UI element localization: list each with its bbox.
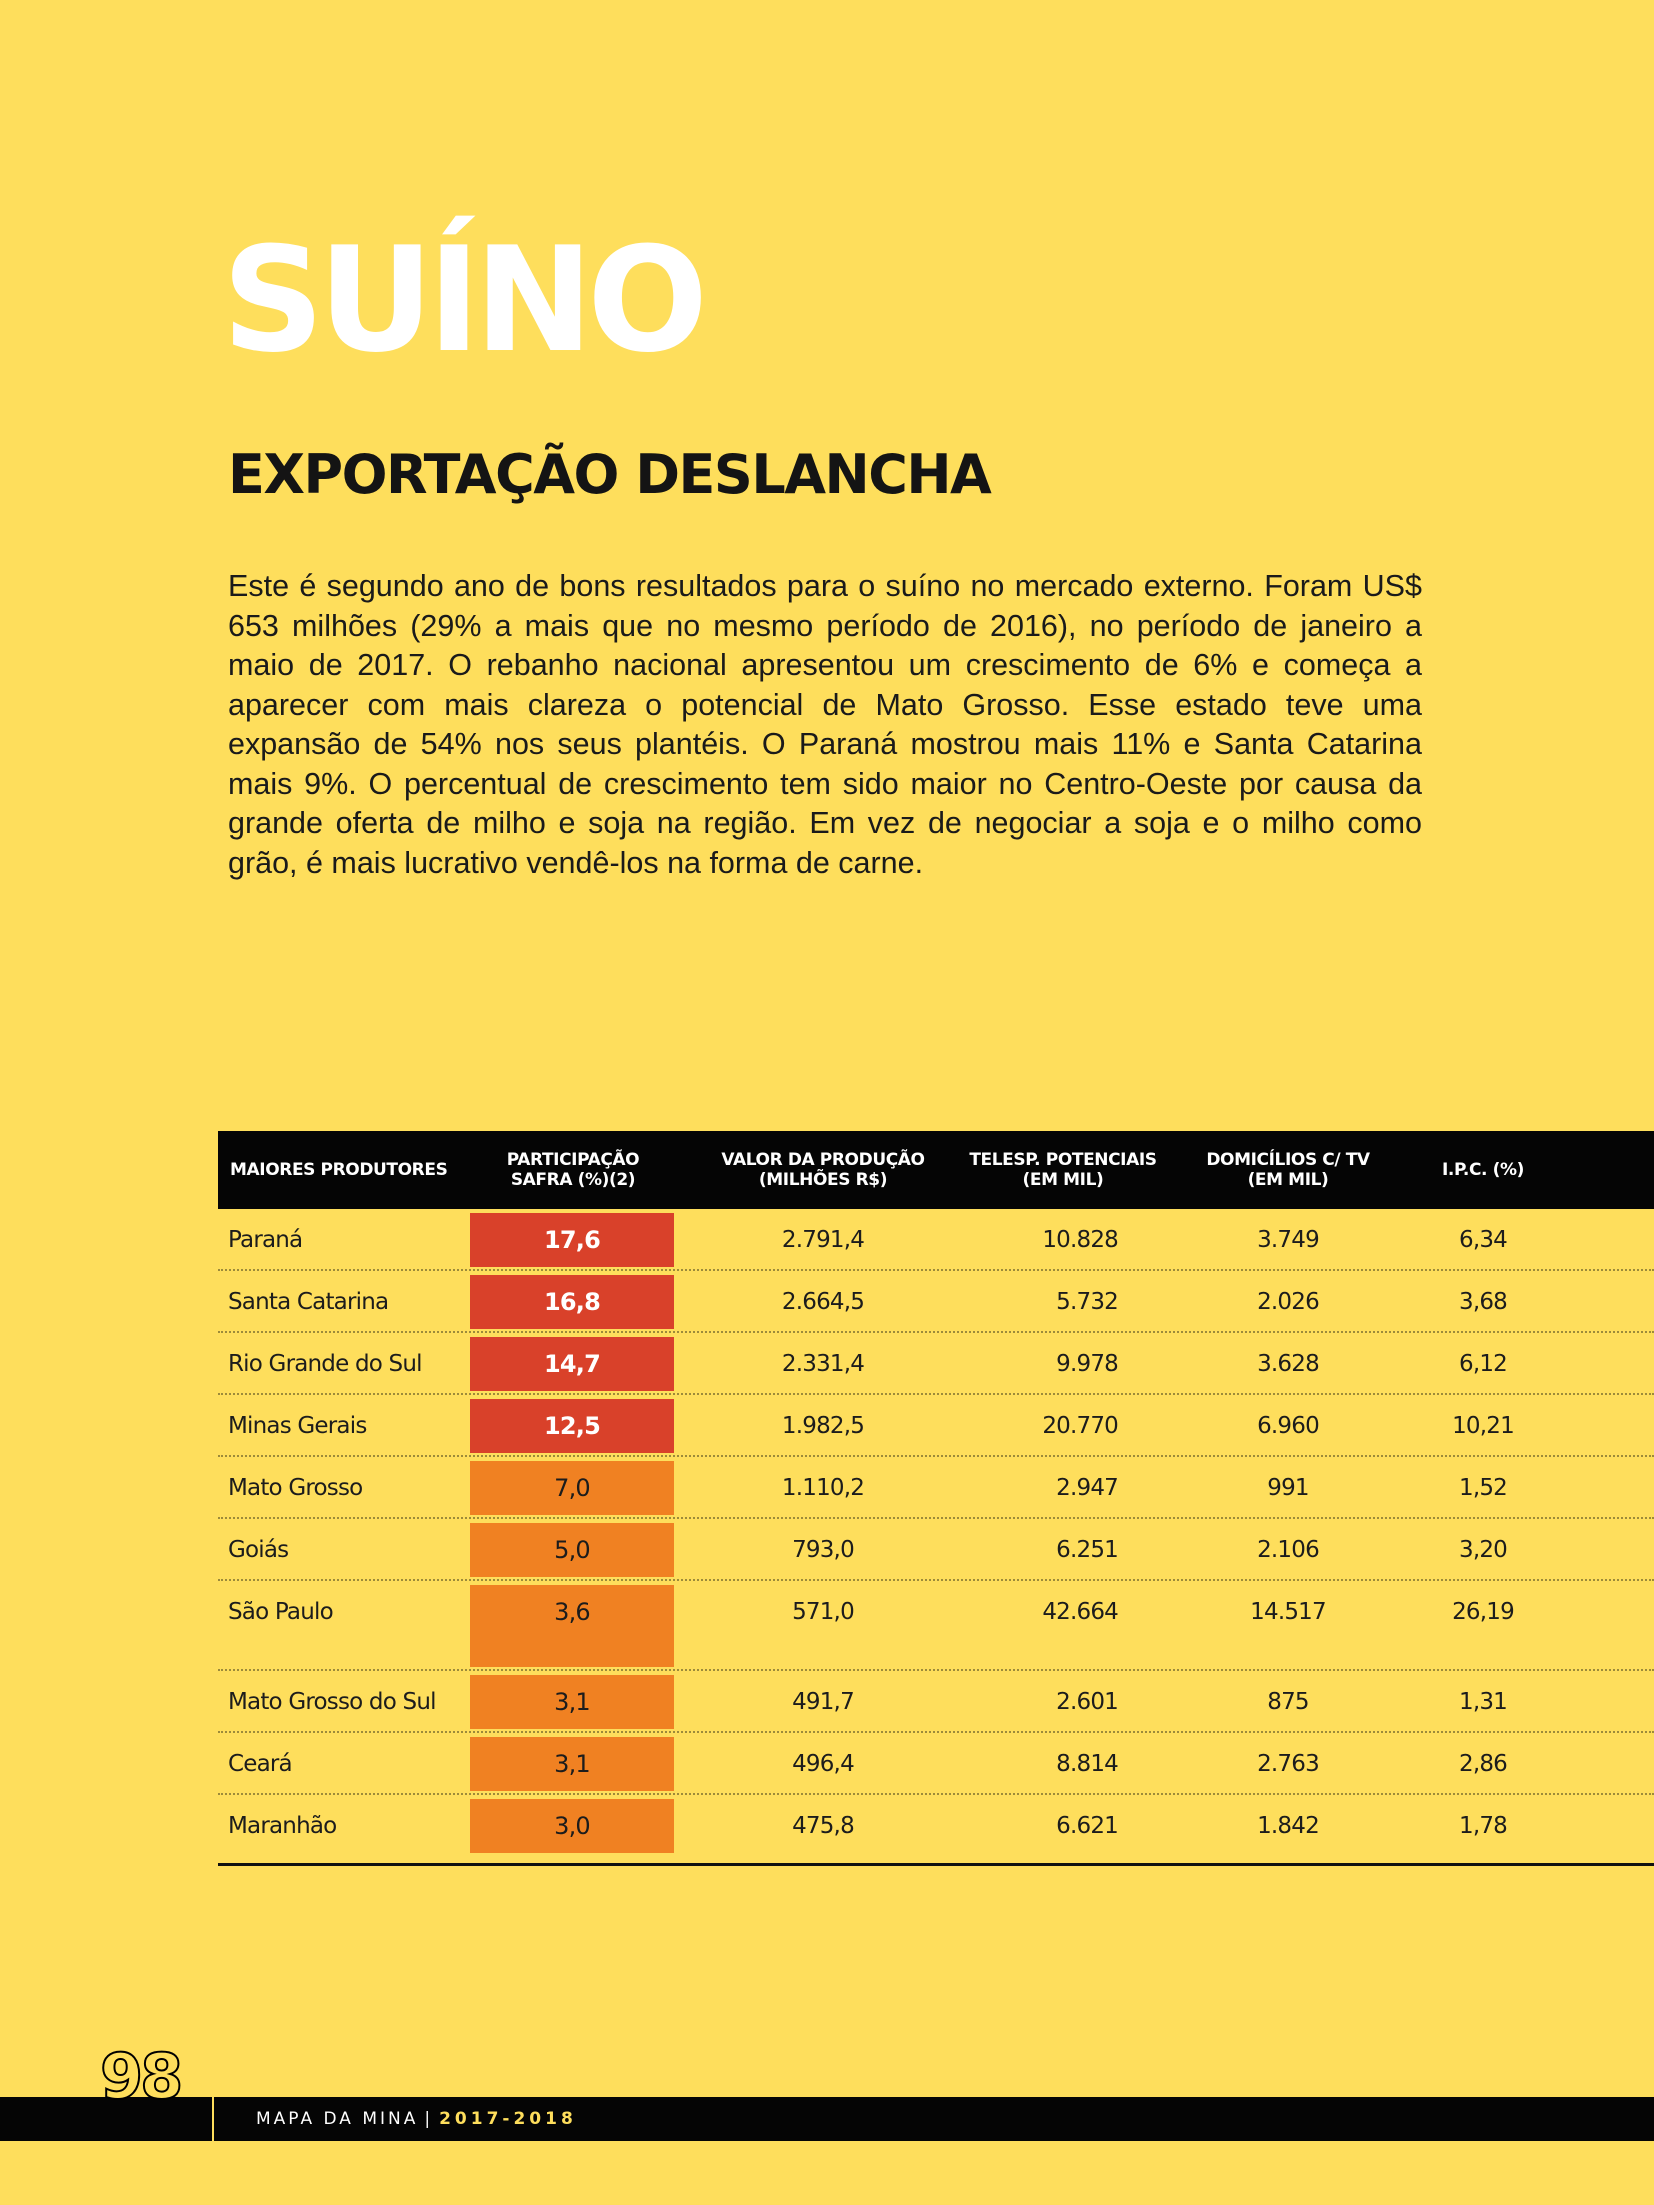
publication-name: MAPA DA MINA [256,2109,419,2129]
article-body: Este é segundo ano de bons resultados pa… [228,569,1422,880]
table-row: 3,6 São Paulo 571,0 42.664 14.517 26,19 [218,1581,1654,1671]
production-value: 2.791,4 [781,1227,865,1253]
production-value: 2.331,4 [781,1351,865,1377]
state-name: Mato Grosso [228,1475,363,1501]
share-badge: 5,0 [470,1523,674,1577]
ipc-value: 1,78 [1458,1813,1508,1839]
ipc-value: 3,20 [1458,1537,1508,1563]
article-headline: EXPORTAÇÃO DESLANCHA [228,443,992,506]
tv-households-value: 3.628 [1257,1351,1320,1377]
tv-households-value: 991 [1267,1475,1309,1501]
production-value: 2.664,5 [781,1289,865,1315]
share-badge: 12,5 [470,1399,674,1453]
production-value: 1.982,5 [781,1413,865,1439]
telesp-value: 5.732 [1056,1289,1119,1315]
ipc-value: 6,34 [1458,1227,1508,1253]
ipc-value: 2,86 [1458,1751,1508,1777]
tv-households-value: 2.763 [1257,1751,1320,1777]
header-domicilios: DOMICÍLIOS C/ TV (EM MIL) [1206,1150,1370,1190]
header-telesp: TELESP. POTENCIAIS (EM MIL) [969,1150,1157,1190]
state-name: Mato Grosso do Sul [228,1689,436,1715]
state-name: Rio Grande do Sul [228,1351,423,1377]
telesp-value: 2.601 [1056,1689,1119,1715]
footer-publication: MAPA DA MINA | 2017-2018 [256,2097,577,2141]
telesp-value: 10.828 [1042,1227,1118,1253]
telesp-value: 6.621 [1056,1813,1119,1839]
production-value: 491,7 [792,1689,855,1715]
table-row: 12,5 Minas Gerais 1.982,5 20.770 6.960 10,21 [218,1395,1654,1457]
producers-table: MAIORES PRODUTORES PARTICIPAÇÃO SAFRA (%… [218,1131,1654,1866]
table-header: MAIORES PRODUTORES PARTICIPAÇÃO SAFRA (%… [218,1131,1654,1209]
tv-households-value: 1.842 [1257,1813,1320,1839]
ipc-value: 1,52 [1458,1475,1508,1501]
state-name: Santa Catarina [228,1289,389,1315]
tv-households-value: 6.960 [1257,1413,1320,1439]
header-participacao: PARTICIPAÇÃO SAFRA (%)(2) [506,1150,640,1190]
publication-year: 2017-2018 [439,2109,577,2129]
table-bottom-rule [218,1863,1654,1866]
tv-households-value: 14.517 [1250,1599,1326,1625]
tv-households-value: 875 [1267,1689,1309,1715]
state-name: Ceará [228,1751,293,1777]
header-valor-producao: VALOR DA PRODUÇÃO (MILHÕES R$) [721,1150,925,1190]
header-maiores-produtores: MAIORES PRODUTORES [230,1160,448,1180]
state-name: Maranhão [228,1813,337,1839]
state-name: Goiás [228,1537,289,1563]
share-badge: 3,1 [470,1675,674,1729]
production-value: 496,4 [792,1751,855,1777]
footer-divider [212,2097,214,2141]
share-badge: 3,6 [470,1585,674,1667]
state-name: São Paulo [228,1599,334,1625]
telesp-value: 9.978 [1056,1351,1119,1377]
page-number: 98 [99,2040,184,2113]
state-name: Paraná [228,1227,303,1253]
table-row: 3,1 Ceará 496,4 8.814 2.763 2,86 [218,1733,1654,1795]
table-row: 14,7 Rio Grande do Sul 2.331,4 9.978 3.628 6,… [218,1333,1654,1395]
telesp-value: 42.664 [1042,1599,1118,1625]
table-row: 5,0 Goiás 793,0 6.251 2.106 3,20 [218,1519,1654,1581]
share-badge: 16,8 [470,1275,674,1329]
share-badge: 3,0 [470,1799,674,1853]
ipc-value: 1,31 [1458,1689,1508,1715]
table-row: 3,1 Mato Grosso do Sul 491,7 2.601 875 1,31 [218,1671,1654,1733]
header-ipc: I.P.C. (%) [1441,1160,1524,1180]
telesp-value: 6.251 [1056,1537,1119,1563]
production-value: 571,0 [792,1599,855,1625]
tv-households-value: 2.026 [1257,1289,1320,1315]
share-badge: 3,1 [470,1737,674,1791]
telesp-value: 20.770 [1042,1413,1118,1439]
ipc-value: 26,19 [1452,1599,1515,1625]
telesp-value: 8.814 [1056,1751,1119,1777]
table-row: 3,0 Maranhão 475,8 6.621 1.842 1,78 [218,1795,1654,1857]
ipc-value: 3,68 [1458,1289,1508,1315]
footer-separator: | [424,2109,434,2129]
section-title: SUÍNO [222,216,708,385]
production-value: 475,8 [792,1813,855,1839]
tv-households-value: 3.749 [1257,1227,1320,1253]
table-row: 16,8 Santa Catarina 2.664,5 5.732 2.026 3,68 [218,1271,1654,1333]
table-row: 17,6 Paraná 2.791,4 10.828 3.749 6,34 [218,1209,1654,1271]
table-row: 7,0 Mato Grosso 1.110,2 2.947 991 1,52 [218,1457,1654,1519]
production-value: 793,0 [792,1537,855,1563]
share-badge: 14,7 [470,1337,674,1391]
state-name: Minas Gerais [228,1413,367,1439]
footer-bar [0,2097,1654,2141]
ipc-value: 10,21 [1452,1413,1515,1439]
share-badge: 17,6 [470,1213,674,1267]
tv-households-value: 2.106 [1257,1537,1320,1563]
ipc-value: 6,12 [1458,1351,1508,1377]
telesp-value: 2.947 [1056,1475,1119,1501]
production-value: 1.110,2 [781,1475,865,1501]
share-badge: 7,0 [470,1461,674,1515]
